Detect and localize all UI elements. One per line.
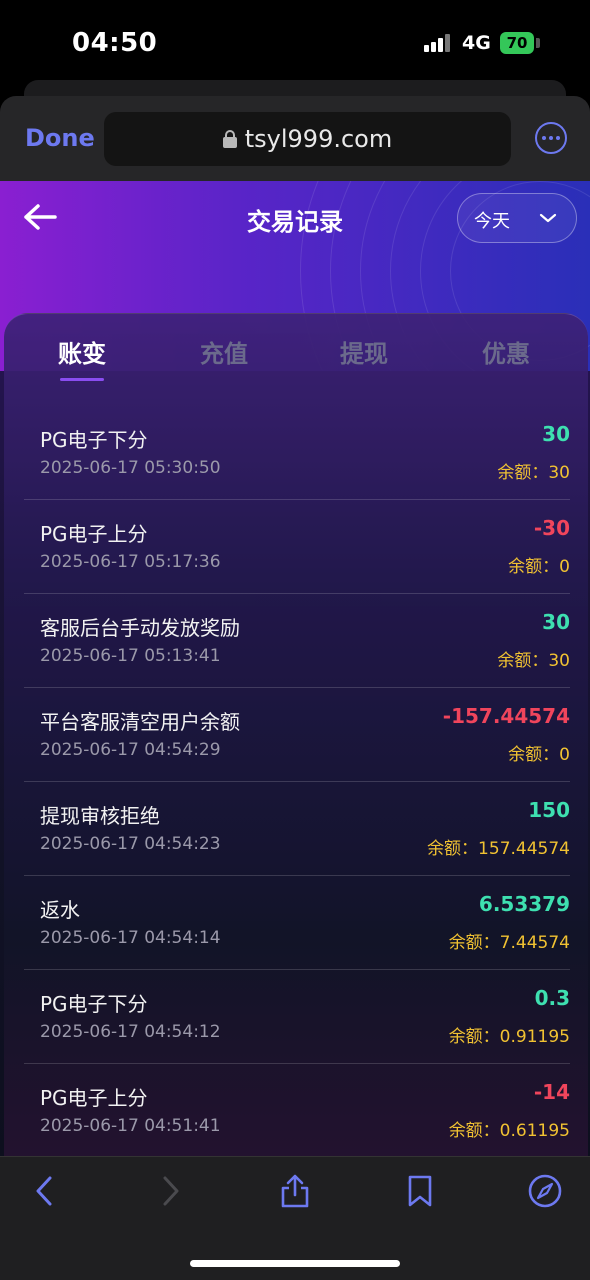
date-filter-dropdown[interactable]: 今天 xyxy=(457,193,577,243)
share-icon[interactable] xyxy=(277,1173,313,1209)
records-panel: 账变 充值 提现 优惠 PG电子下分 2025-06-17 05:30:50 3… xyxy=(4,313,588,1156)
transaction-balance: 余额：0 xyxy=(508,557,570,577)
transaction-amount: -30 xyxy=(533,516,570,540)
address-bar[interactable]: tsyl999.com xyxy=(104,112,511,166)
transaction-row[interactable]: 返水 2025-06-17 04:54:14 6.53379 余额：7.4457… xyxy=(24,876,570,970)
transaction-balance: 余额：7.44574 xyxy=(448,933,570,953)
forward-icon[interactable] xyxy=(152,1173,188,1209)
transaction-row[interactable]: PG电子下分 2025-06-17 04:54:12 0.3 余额：0.9119… xyxy=(24,970,570,1064)
transaction-time: 2025-06-17 05:17:36 xyxy=(40,552,221,572)
tab-deposit[interactable]: 充值 xyxy=(200,334,248,369)
url-text: tsyl999.com xyxy=(244,125,393,153)
transaction-row[interactable]: 提现审核拒绝 2025-06-17 04:54:23 150 余额：157.44… xyxy=(24,782,570,876)
transaction-title: PG电子下分 xyxy=(40,992,148,1016)
compass-icon[interactable] xyxy=(527,1173,563,1209)
transaction-balance: 余额：0 xyxy=(508,745,570,765)
transaction-time: 2025-06-17 04:54:12 xyxy=(40,1022,221,1042)
network-type: 4G xyxy=(462,32,491,54)
status-bar: 04:50 4G 70 xyxy=(0,0,590,80)
cellular-signal-icon xyxy=(424,34,454,52)
web-page: 交易记录 今天 账变 充值 提现 优惠 PG电子下分 2025-06-17 05… xyxy=(0,181,590,1156)
transaction-title: PG电子上分 xyxy=(40,1086,148,1110)
transaction-row[interactable]: PG电子下分 2025-06-17 05:30:50 30 余额：30 xyxy=(24,406,570,500)
browser-bar: Done tsyl999.com xyxy=(0,96,590,182)
transaction-time: 2025-06-17 05:13:41 xyxy=(40,646,221,666)
status-time: 04:50 xyxy=(72,28,158,58)
tab-promotions[interactable]: 优惠 xyxy=(482,334,530,369)
transaction-time: 2025-06-17 04:54:29 xyxy=(40,740,221,760)
transaction-amount: 0.3 xyxy=(534,986,570,1010)
transaction-amount: -14 xyxy=(533,1080,570,1104)
battery-cap xyxy=(536,38,540,48)
transaction-amount: 6.53379 xyxy=(478,892,570,916)
transaction-amount: 150 xyxy=(528,798,570,822)
transaction-title: 平台客服清空用户余额 xyxy=(40,710,240,734)
date-filter-value: 今天 xyxy=(474,211,510,232)
transaction-balance: 余额：30 xyxy=(497,651,570,671)
battery-icon: 70 xyxy=(500,32,534,54)
done-button[interactable]: Done xyxy=(25,124,95,152)
home-indicator[interactable] xyxy=(190,1260,400,1267)
tab-account-changes[interactable]: 账变 xyxy=(58,334,106,369)
transaction-row[interactable]: 平台客服清空用户余额 2025-06-17 04:54:29 -157.4457… xyxy=(24,688,570,782)
bookmarks-icon[interactable] xyxy=(402,1173,438,1209)
transaction-time: 2025-06-17 04:51:41 xyxy=(40,1116,221,1136)
transaction-title: PG电子上分 xyxy=(40,522,148,546)
transaction-balance: 余额：30 xyxy=(497,463,570,483)
transaction-title: 提现审核拒绝 xyxy=(40,804,160,828)
transaction-balance: 余额：0.91195 xyxy=(448,1027,570,1047)
transaction-title: PG电子下分 xyxy=(40,428,148,452)
transaction-row[interactable]: PG电子上分 2025-06-17 04:51:41 -14 余额：0.6119… xyxy=(24,1064,570,1156)
transaction-balance: 余额：157.44574 xyxy=(427,839,570,859)
tab-withdraw[interactable]: 提现 xyxy=(340,334,388,369)
transaction-row[interactable]: PG电子上分 2025-06-17 05:17:36 -30 余额：0 xyxy=(24,500,570,594)
transaction-title: 客服后台手动发放奖励 xyxy=(40,616,240,640)
transaction-row[interactable]: 客服后台手动发放奖励 2025-06-17 05:13:41 30 余额：30 xyxy=(24,594,570,688)
transaction-amount: 30 xyxy=(542,610,570,634)
transaction-time: 2025-06-17 05:30:50 xyxy=(40,458,221,478)
chevron-down-icon xyxy=(539,213,557,223)
transaction-amount: 30 xyxy=(542,422,570,446)
more-options-icon[interactable] xyxy=(535,122,567,154)
transaction-amount: -157.44574 xyxy=(442,704,570,728)
transaction-time: 2025-06-17 04:54:23 xyxy=(40,834,221,854)
transaction-title: 返水 xyxy=(40,898,80,922)
active-tab-indicator xyxy=(60,378,104,381)
lock-icon xyxy=(222,130,237,148)
transaction-balance: 余额：0.61195 xyxy=(448,1121,570,1141)
transaction-time: 2025-06-17 04:54:14 xyxy=(40,928,221,948)
back-icon[interactable] xyxy=(27,1173,63,1209)
